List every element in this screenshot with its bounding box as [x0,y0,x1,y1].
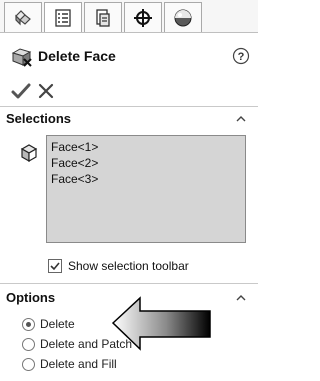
selections-group-header[interactable]: Selections [0,107,258,131]
close-icon[interactable] [36,81,56,101]
options-title: Options [6,290,56,305]
manager-tab-bar [0,0,258,33]
show-selection-toolbar-checkbox[interactable] [48,259,62,273]
checkmark-icon[interactable] [10,80,32,102]
chevron-up-icon[interactable] [234,112,248,126]
property-manager-icon [55,8,71,27]
delete-face-icon [11,48,32,67]
list-item[interactable]: Face<1> [51,140,98,154]
selection-list[interactable]: Face<1> Face<2> Face<3> [46,135,246,243]
checkbox-check-icon [50,262,60,271]
radio-label: Delete and Patch [40,337,133,351]
radio-label: Delete [40,317,75,331]
tab-property-manager[interactable] [44,2,82,32]
divider [0,283,258,284]
tab-display-manager[interactable] [164,2,202,32]
radio-button[interactable] [22,318,35,331]
help-icon[interactable]: ? [232,47,250,65]
property-manager-header: Delete Face ? [0,40,258,72]
tab-configuration-manager[interactable] [84,2,122,32]
radio-delete-and-fill[interactable]: Delete and Fill [22,356,222,374]
radio-delete[interactable]: Delete [22,316,222,334]
selections-title: Selections [6,111,72,126]
list-item[interactable]: Face<2> [51,156,98,170]
display-manager-icon [174,9,192,26]
tab-dimxpert-manager[interactable] [124,2,162,32]
radio-label: Delete and Fill [40,357,117,371]
chevron-up-icon[interactable] [234,291,248,305]
configuration-manager-icon [96,8,110,27]
feature-manager-icon [15,9,31,25]
show-selection-toolbar-checkbox-row[interactable]: Show selection toolbar [48,258,228,276]
list-item[interactable]: Face<3> [51,172,98,186]
radio-button[interactable] [22,338,35,351]
svg-text:?: ? [238,51,245,63]
tab-feature-manager[interactable] [4,2,42,32]
face-selection-icon [20,144,38,163]
show-selection-toolbar-label: Show selection toolbar [68,259,189,273]
options-group-header[interactable]: Options [0,286,258,310]
radio-delete-and-patch[interactable]: Delete and Patch [22,336,222,354]
action-buttons [10,80,70,102]
page-title: Delete Face [38,48,116,64]
radio-button[interactable] [22,358,35,371]
dimxpert-manager-icon [134,8,152,27]
